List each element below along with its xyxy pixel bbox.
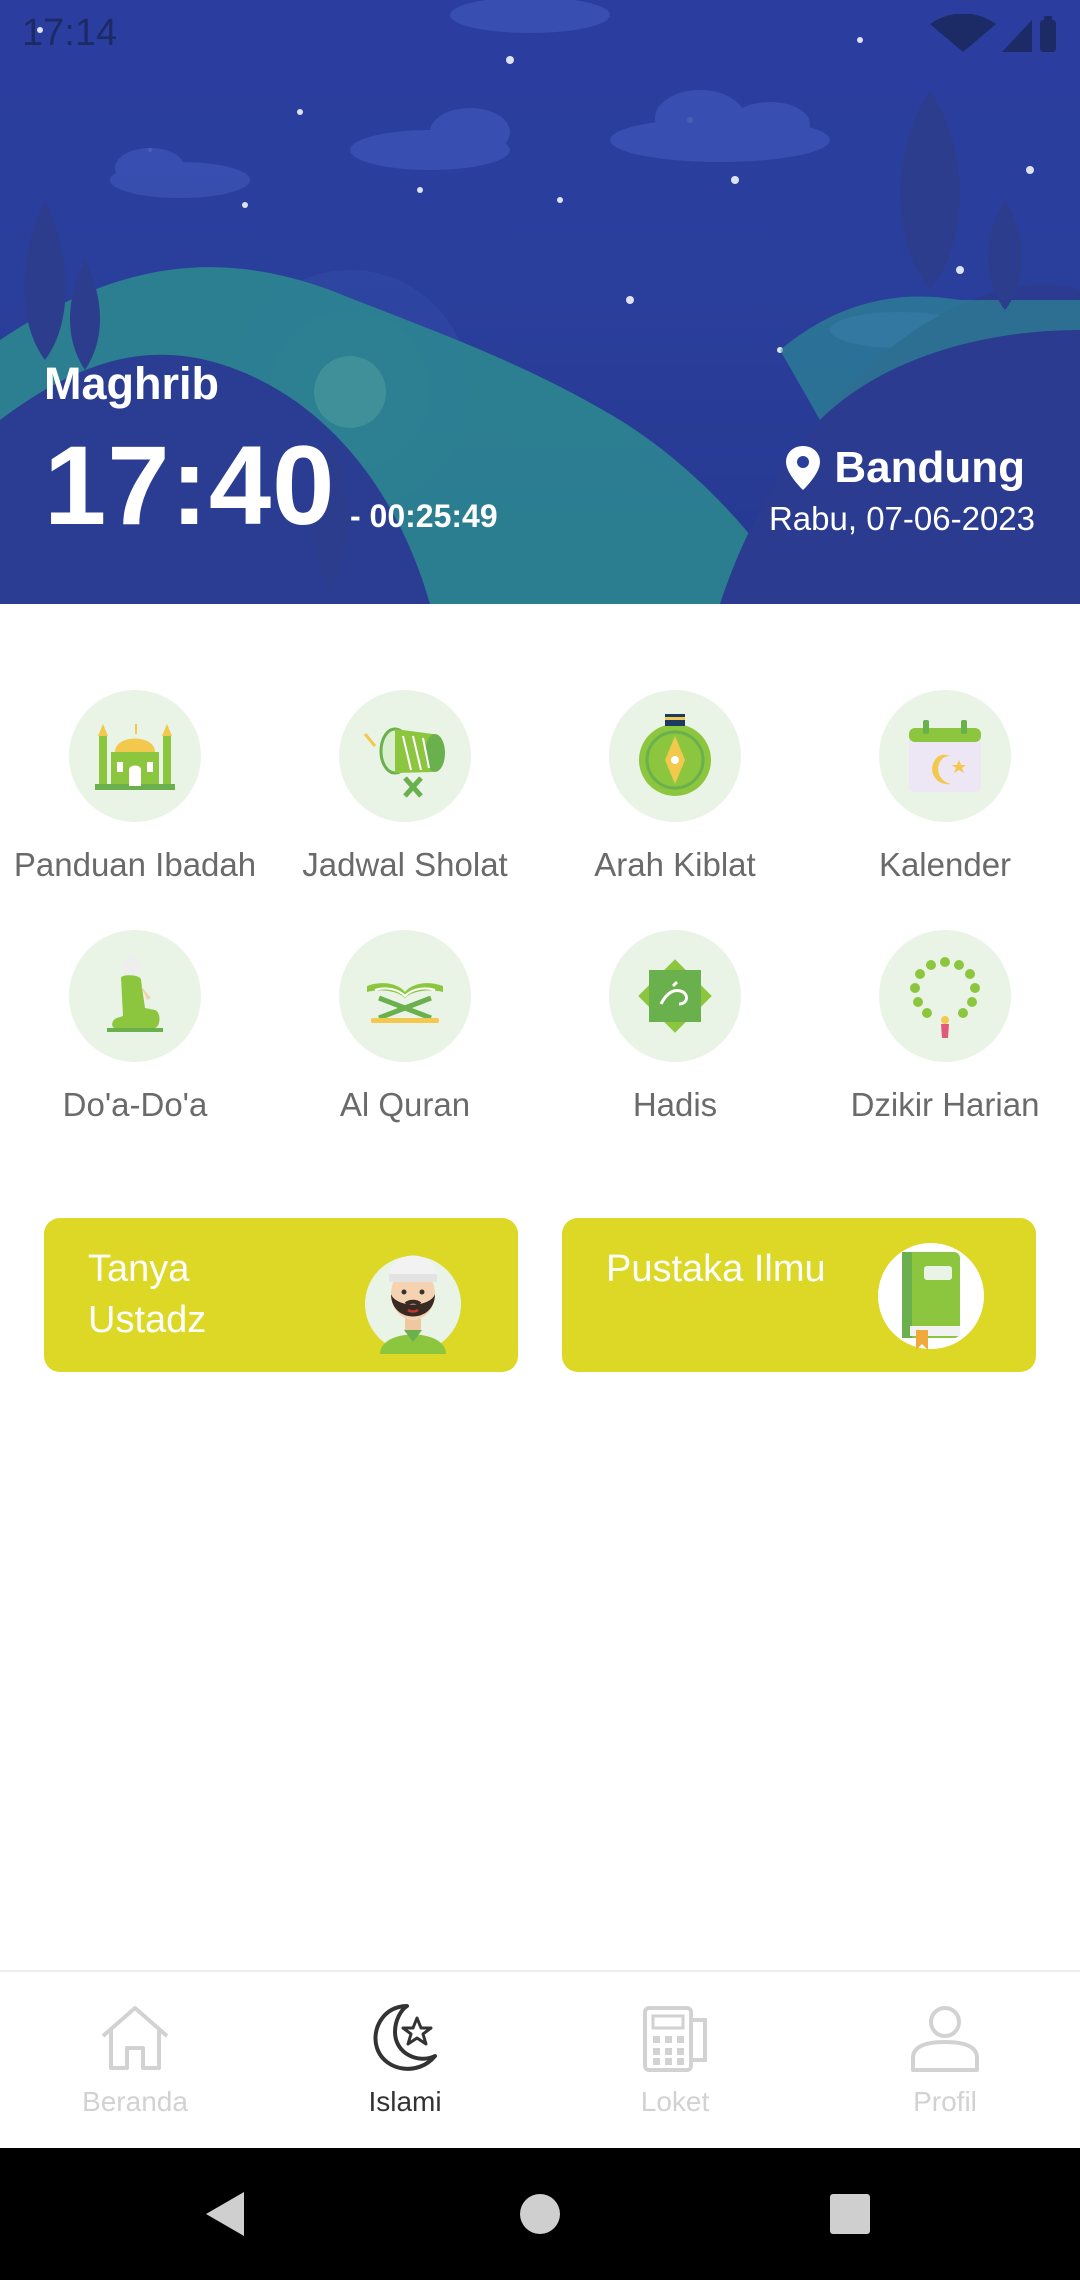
hadis-star-icon [638,959,712,1033]
prayer-name: Maghrib [44,358,219,409]
home-circle-icon[interactable] [510,2184,570,2244]
menu-doa-doa[interactable]: Do'a-Do'a [0,930,270,1124]
menu-jadwal-sholat[interactable]: Jadwal Sholat [270,690,540,884]
bottom-navigation: Beranda Islami Loket Profil [0,1970,1080,2148]
menu-hadis[interactable]: Hadis [540,930,810,1124]
tanya-ustadz-card[interactable]: Tanya Ustadz [44,1218,518,1372]
calendar-moon-icon [909,720,981,792]
status-time: 17:14 [22,12,118,54]
menu-label: Hadis [632,1086,718,1123]
home-icon [101,2006,169,2070]
drum-icon [363,727,445,798]
system-navigation-bar [0,2148,1080,2280]
nav-label: Profil [913,2086,977,2117]
menu-label: Do'a-Do'a [62,1086,208,1123]
nav-islami[interactable]: Islami [270,1972,540,2150]
current-date: Rabu, 07-06-2023 [768,500,1035,537]
location-pin-icon [786,446,821,490]
menu-label: Jadwal Sholat [302,846,508,883]
wifi-icon [930,14,996,52]
menu-dzikir-harian[interactable]: Dzikir Harian [810,930,1080,1124]
prayer-time-header: 17:14 Maghrib 17:40 - 00:25:49 Bandung R… [0,0,1080,604]
menu-label: Arah Kiblat [594,846,756,883]
menu-label: Dzikir Harian [850,1086,1040,1123]
nav-label: Loket [640,2086,710,2117]
prayer-countdown: - 00:25:49 [350,498,498,534]
nav-beranda[interactable]: Beranda [0,1972,270,2150]
menu-al-quran[interactable]: Al Quran [270,930,540,1124]
prayer-beads-icon [910,957,980,1038]
menu-label: Kalender [878,846,1012,883]
menu-label: Al Quran [339,1086,471,1123]
pustaka-ilmu-title: Pustaka Ilmu [606,1248,826,1290]
menu-arah-kiblat[interactable]: Arah Kiblat [540,690,810,884]
status-bar: 17:14 [0,0,1080,66]
status-icons [930,14,1056,52]
user-icon [911,2006,979,2072]
prayer-time: 17:40 [44,423,336,548]
back-icon[interactable] [196,2184,256,2244]
praying-man-icon [107,957,163,1032]
nav-profil[interactable]: Profil [810,1972,1080,2150]
tanya-ustadz-title: Tanya Ustadz [88,1248,207,1341]
signal-icon [1002,20,1032,52]
pustaka-ilmu-card[interactable]: Pustaka Ilmu [562,1218,1036,1372]
battery-icon [1040,20,1056,52]
ustadz-avatar-icon [365,1255,461,1354]
menu-kalender[interactable]: Kalender [810,690,1080,884]
compass-kaaba-icon [639,714,711,796]
nav-label: Islami [368,2086,442,2117]
calculator-icon [643,2006,707,2072]
quran-stand-icon [367,983,443,1023]
book-icon [878,1243,984,1350]
nav-loket[interactable]: Loket [540,1972,810,2150]
location-city: Bandung [834,443,1025,492]
menu-panduan-ibadah[interactable]: Panduan Ibadah [0,690,270,884]
nav-label: Beranda [82,2086,188,2117]
location[interactable]: Bandung [786,440,1025,496]
mosque-icon [95,724,175,790]
crescent-star-icon [373,2004,437,2071]
recents-icon[interactable] [820,2184,880,2244]
menu-label: Panduan Ibadah [13,846,257,883]
